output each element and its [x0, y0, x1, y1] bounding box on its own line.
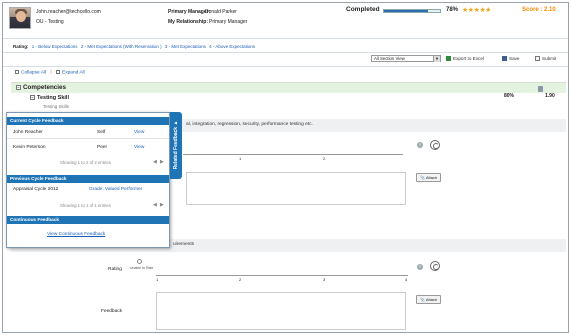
- unable-to-rate-label: Unable to Rate: [130, 266, 154, 270]
- relationship-label: My Relationship:: [168, 19, 209, 25]
- avatar: [9, 7, 31, 29]
- rating-legend: Rating: 1 - Below Expectations 2 - Met E…: [13, 44, 257, 49]
- related-feedback-tab[interactable]: Related Feedback ▲: [170, 112, 182, 179]
- completed-percent: 78%: [446, 7, 459, 13]
- rating-legend-item: 3 - Met Expectations: [164, 44, 206, 49]
- related-feedback-tab-label: Related Feedback ▲: [173, 120, 179, 170]
- primary-manager-value: Donald Parker: [205, 9, 237, 15]
- attach-label: Attach: [425, 297, 438, 302]
- primary-manager-label: Primary Manager:: [168, 9, 211, 15]
- completed-label: Completed: [346, 6, 380, 13]
- rating-tick: 4: [405, 277, 408, 282]
- view-feedback-link[interactable]: View: [134, 145, 144, 150]
- collapse-icon: −: [30, 95, 35, 101]
- current-cycle-pager: Showing 1 to 2 of 2 entries: [60, 160, 111, 165]
- attach-button[interactable]: 📎 Attach: [416, 295, 442, 304]
- rating-tick: 2: [239, 277, 242, 282]
- rating-stars: ★★★★★: [462, 7, 491, 14]
- tree-separator: |: [50, 70, 52, 76]
- testing-skills-subitem: Testing Skills: [43, 104, 70, 109]
- current-cycle-header: Current Cycle Feedback: [7, 117, 169, 125]
- feedback-giver-name: Kevin Peterson: [13, 145, 46, 150]
- completion-progress-bar: [383, 9, 441, 13]
- expand-icon: [56, 70, 61, 74]
- reset-icon[interactable]: [430, 261, 440, 271]
- skill-description: al, integration, regression, security, p…: [186, 122, 313, 127]
- rating-legend-item: 4 - Above Expectations: [209, 44, 256, 49]
- prev-page-icon[interactable]: ◀: [153, 159, 157, 165]
- feedback-type: Peer: [97, 145, 108, 150]
- reset-icon[interactable]: [430, 140, 440, 150]
- submit-button[interactable]: Submit: [535, 56, 557, 62]
- feedback-label: Feedback: [101, 309, 123, 314]
- feedback-textarea-upper[interactable]: [186, 172, 406, 205]
- expand-all-link[interactable]: Expand All: [62, 70, 85, 75]
- relationship-value: Primary Manager: [209, 19, 248, 25]
- feedback-textarea[interactable]: [156, 292, 406, 330]
- cycle-name: Appraisal Cycle 2012: [13, 187, 59, 192]
- rating-tick: 3: [323, 277, 326, 282]
- completion-progress-fill: [384, 10, 428, 12]
- rating-tick: 1: [156, 277, 159, 282]
- prev-page-icon[interactable]: ◀: [153, 202, 157, 208]
- excel-icon: [446, 56, 451, 62]
- view-continuous-feedback-link[interactable]: View Continuous Feedback: [47, 232, 105, 237]
- save-icon: [502, 56, 507, 62]
- submit-icon: [535, 56, 540, 62]
- rating-scale-line: [156, 275, 408, 276]
- unable-to-rate-radio[interactable]: [137, 259, 142, 264]
- collapse-icon: [15, 70, 19, 74]
- cycle-grade-link[interactable]: Grade: Valued Performer: [89, 187, 142, 192]
- toolbar-divider: [3, 66, 568, 67]
- tree-controls: Collapse All | Expand All: [15, 70, 85, 75]
- rating-legend-item: 1 - Below Expectations: [31, 44, 78, 49]
- export-excel-label: Export to Excel: [453, 56, 484, 61]
- export-excel-button[interactable]: Export to Excel: [446, 56, 484, 62]
- weight-icon: [538, 86, 543, 92]
- rating-scale-line: [183, 154, 403, 155]
- save-button[interactable]: Save: [502, 56, 520, 62]
- competencies-header[interactable]: − Competencies: [16, 84, 66, 91]
- previous-cycle-body: Appraisal Cycle 2012 Grade: Valued Perfo…: [7, 184, 169, 212]
- view-feedback-link[interactable]: View: [134, 130, 144, 135]
- attach-label: Attach: [425, 175, 438, 180]
- related-feedback-panel: Current Cycle Feedback John Reacher Self…: [6, 112, 170, 248]
- chevron-down-icon: ▼: [433, 56, 440, 62]
- collapse-icon: −: [16, 84, 21, 90]
- previous-cycle-header: Previous Cycle Feedback: [7, 175, 169, 183]
- next-page-icon[interactable]: ▶: [160, 159, 164, 165]
- help-icon[interactable]: ?: [417, 142, 423, 148]
- header-divider: [3, 38, 568, 39]
- rating-label: Rating: [108, 267, 122, 272]
- employee-email: John.reacher@techcello.com: [36, 9, 101, 15]
- next-page-icon[interactable]: ▶: [160, 202, 164, 208]
- section-view-value: All Section View: [374, 56, 405, 61]
- continuous-feedback-header: Continuous Feedback: [7, 216, 169, 224]
- requirement-description: uirements: [173, 242, 195, 247]
- legend-divider: [3, 52, 568, 53]
- rating-legend-label: Rating:: [13, 44, 29, 49]
- rating-tick: 2: [323, 156, 326, 161]
- competencies-title: Competencies: [23, 84, 67, 91]
- feedback-giver-name: John Reacher: [13, 130, 43, 135]
- submit-label: Submit: [542, 56, 557, 61]
- feedback-type: Self: [97, 130, 106, 135]
- appraisal-window: John.reacher@techcello.com OU - Testing …: [2, 2, 569, 333]
- testing-skill-header[interactable]: − Testing Skill: [30, 95, 69, 101]
- competencies-bar: [11, 82, 566, 93]
- save-label: Save: [509, 56, 520, 61]
- attach-button[interactable]: 📎 Attach: [416, 173, 442, 182]
- rating-tick: 1: [239, 156, 242, 161]
- competencies-score: 1.90: [545, 93, 555, 99]
- previous-cycle-pager: Showing 1 to 1 of 1 entries: [60, 203, 111, 208]
- overall-score: Score : 2.10: [522, 7, 556, 13]
- current-cycle-body: John Reacher Self View Kevin Peterson Pe…: [7, 126, 169, 168]
- testing-skill-title: Testing Skill: [37, 95, 69, 101]
- collapse-all-link[interactable]: Collapse All: [21, 70, 46, 75]
- competencies-percent: 80%: [504, 93, 515, 99]
- section-view-select[interactable]: All Section View ▼: [371, 55, 441, 62]
- employee-ou: OU - Testing: [36, 19, 64, 25]
- rating-legend-item: 2 - Met Expectations (With Reservation ): [80, 44, 162, 49]
- help-icon[interactable]: ?: [417, 264, 423, 270]
